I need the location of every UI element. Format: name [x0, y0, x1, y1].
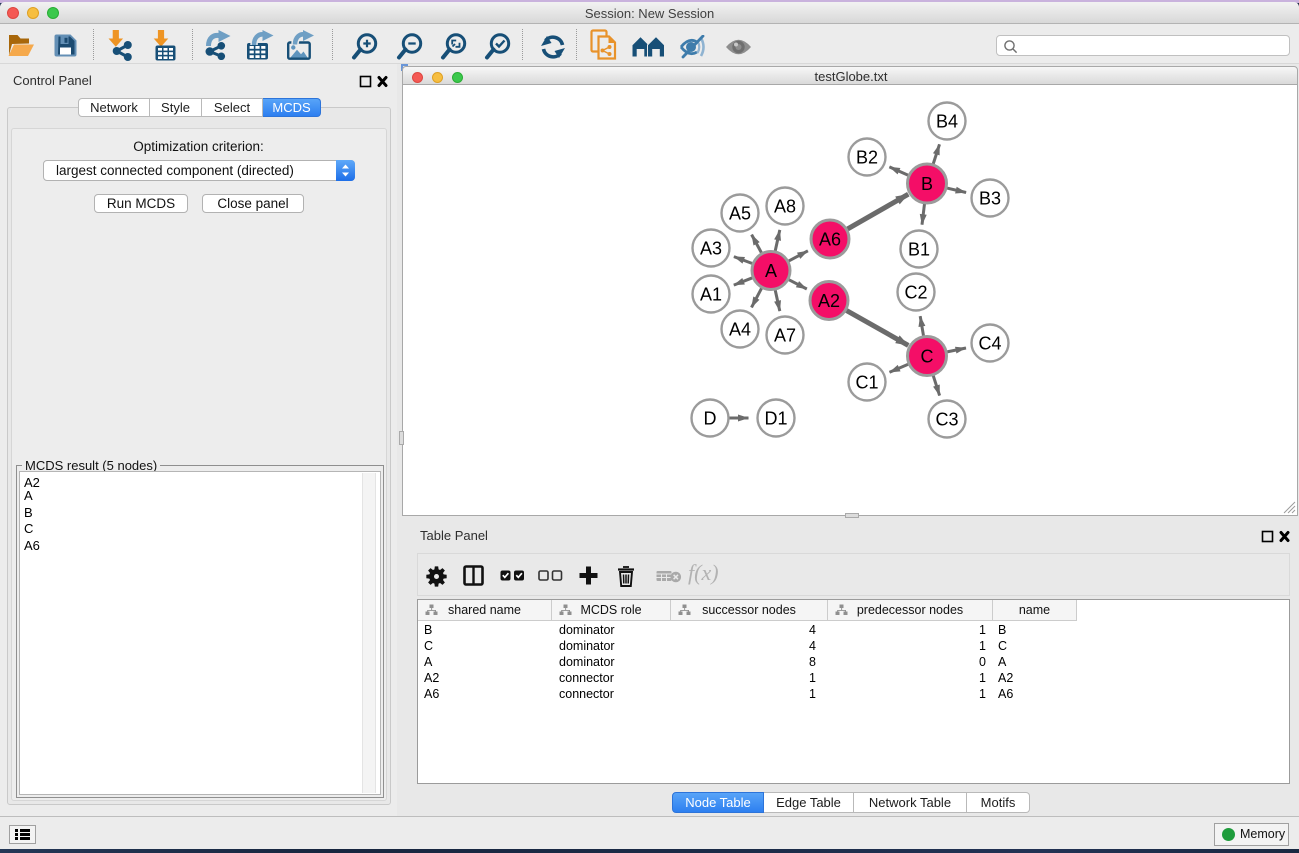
svg-text:B4: B4: [936, 112, 958, 132]
svg-text:A1: A1: [700, 285, 722, 305]
svg-text:A2: A2: [818, 291, 840, 311]
svg-text:B3: B3: [979, 189, 1001, 209]
svg-text:A7: A7: [774, 326, 796, 346]
svg-text:A5: A5: [729, 204, 751, 224]
svg-text:B2: B2: [856, 148, 878, 168]
svg-text:D: D: [704, 409, 717, 429]
svg-text:D1: D1: [764, 409, 787, 429]
svg-text:C1: C1: [855, 373, 878, 393]
svg-text:C4: C4: [978, 334, 1001, 354]
svg-text:A4: A4: [729, 320, 751, 340]
svg-text:C: C: [921, 347, 934, 367]
svg-text:A6: A6: [819, 230, 841, 250]
svg-text:A: A: [765, 261, 777, 281]
svg-text:A8: A8: [774, 197, 796, 217]
svg-text:C3: C3: [935, 410, 958, 430]
svg-text:C2: C2: [904, 283, 927, 303]
svg-text:B: B: [921, 174, 933, 194]
svg-text:A3: A3: [700, 239, 722, 259]
svg-text:B1: B1: [908, 240, 930, 260]
